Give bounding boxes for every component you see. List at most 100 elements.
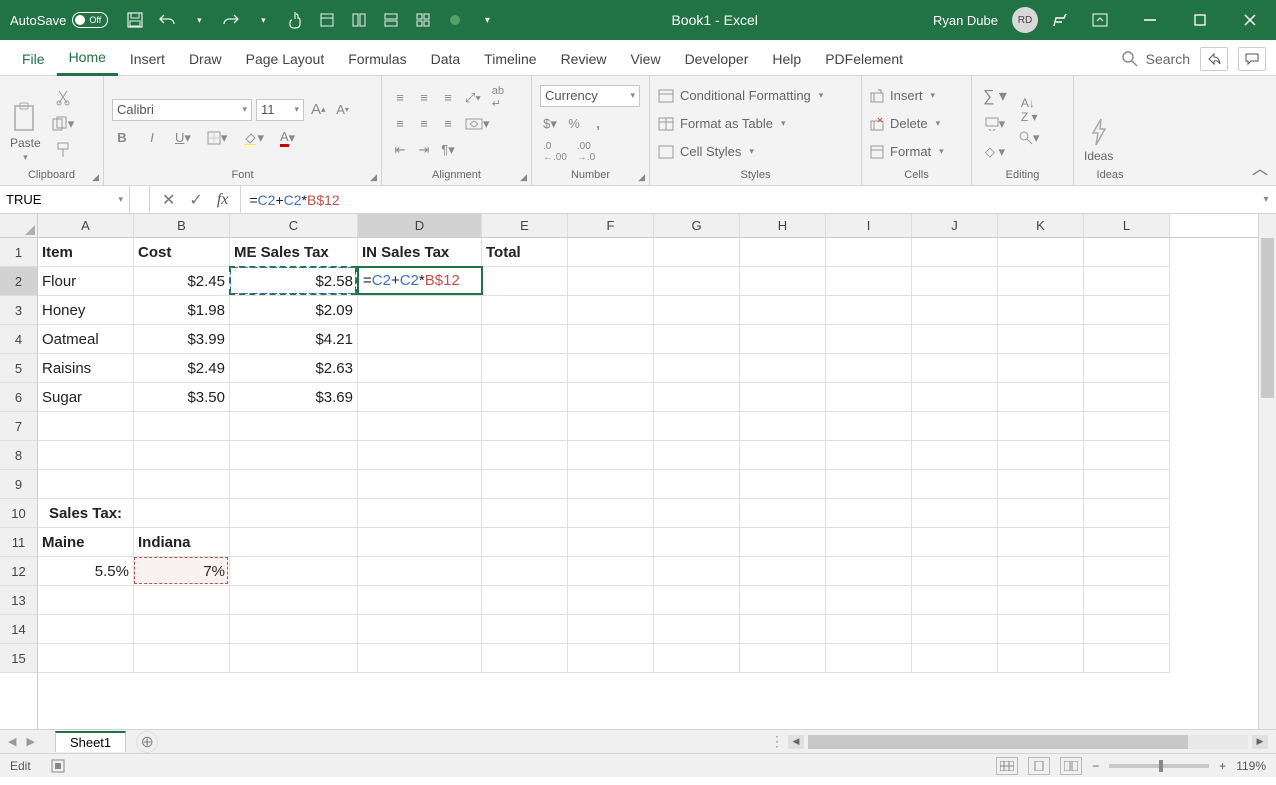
cell-J11[interactable] (912, 528, 998, 557)
cell-A12[interactable]: 5.5% (38, 557, 134, 586)
cell-I14[interactable] (826, 615, 912, 644)
cell-H14[interactable] (740, 615, 826, 644)
prev-sheet-icon[interactable]: ◀ (8, 735, 16, 748)
ideas-button[interactable]: Ideas (1082, 80, 1115, 167)
cell-B8[interactable] (134, 441, 230, 470)
comma-icon[interactable]: , (588, 113, 608, 135)
enter-icon[interactable]: ✓ (189, 190, 202, 210)
cell-C8[interactable] (230, 441, 358, 470)
row-header-15[interactable]: 15 (0, 644, 37, 673)
cell-D7[interactable] (358, 412, 482, 441)
cell-H10[interactable] (740, 499, 826, 528)
cell-E7[interactable] (482, 412, 568, 441)
cell-J13[interactable] (912, 586, 998, 615)
cell-D4[interactable] (358, 325, 482, 354)
autosave-toggle[interactable]: Off (72, 12, 108, 28)
align-center-icon[interactable]: ≡ (414, 113, 434, 135)
cell-K3[interactable] (998, 296, 1084, 325)
cell-I7[interactable] (826, 412, 912, 441)
cell-D1[interactable]: IN Sales Tax (358, 238, 482, 267)
tab-view[interactable]: View (618, 45, 672, 75)
next-sheet-icon[interactable]: ▶ (26, 735, 34, 748)
cell-styles-button[interactable]: Cell Styles▾ (658, 141, 823, 163)
bold-button[interactable]: B (112, 127, 132, 149)
qat-icon[interactable] (350, 11, 368, 29)
cell-C5[interactable]: $2.63 (230, 354, 358, 383)
decrease-font-icon[interactable]: A▾ (333, 99, 353, 121)
cell-C3[interactable]: $2.09 (230, 296, 358, 325)
cell-F6[interactable] (568, 383, 654, 412)
cell-H2[interactable] (740, 267, 826, 296)
cell-editor[interactable]: =C2+C2*B$12 (357, 266, 483, 295)
close-icon[interactable] (1232, 6, 1268, 34)
align-top-icon[interactable]: ≡ (390, 87, 410, 109)
col-header-I[interactable]: I (826, 214, 912, 237)
cell-G4[interactable] (654, 325, 740, 354)
cell-L9[interactable] (1084, 470, 1170, 499)
cell-L14[interactable] (1084, 615, 1170, 644)
row-header-11[interactable]: 11 (0, 528, 37, 557)
cell-L7[interactable] (1084, 412, 1170, 441)
row-header-8[interactable]: 8 (0, 441, 37, 470)
cell-K6[interactable] (998, 383, 1084, 412)
row-header-10[interactable]: 10 (0, 499, 37, 528)
user-avatar[interactable]: RD (1012, 7, 1038, 33)
cell-D9[interactable] (358, 470, 482, 499)
chevron-down-icon[interactable]: ▾ (118, 194, 123, 205)
launcher-icon[interactable]: ◢ (370, 172, 377, 183)
row-header-2[interactable]: 2 (0, 267, 37, 296)
cell-J5[interactable] (912, 354, 998, 383)
cell-J7[interactable] (912, 412, 998, 441)
cell-D14[interactable] (358, 615, 482, 644)
notes-icon[interactable] (1052, 12, 1068, 28)
cell-L1[interactable] (1084, 238, 1170, 267)
cell-F9[interactable] (568, 470, 654, 499)
align-middle-icon[interactable]: ≡ (414, 87, 434, 109)
clear-icon[interactable]: ◇ ▾ (980, 141, 1010, 163)
row-header-5[interactable]: 5 (0, 354, 37, 383)
normal-view-icon[interactable] (996, 757, 1018, 775)
qat-icon[interactable] (414, 11, 432, 29)
tab-help[interactable]: Help (760, 45, 813, 75)
cell-E6[interactable] (482, 383, 568, 412)
cell-D3[interactable] (358, 296, 482, 325)
share-button[interactable] (1200, 47, 1228, 71)
cell-G3[interactable] (654, 296, 740, 325)
cell-L13[interactable] (1084, 586, 1170, 615)
cell-G1[interactable] (654, 238, 740, 267)
autosum-icon[interactable]: ∑ ▾ (980, 85, 1010, 107)
col-header-E[interactable]: E (482, 214, 568, 237)
cell-L2[interactable] (1084, 267, 1170, 296)
format-painter-icon[interactable] (49, 139, 78, 161)
align-left-icon[interactable]: ≡ (390, 113, 410, 135)
row-header-3[interactable]: 3 (0, 296, 37, 325)
cell-A10[interactable]: Sales Tax: (38, 499, 134, 528)
cell-K12[interactable] (998, 557, 1084, 586)
align-bottom-icon[interactable]: ≡ (438, 87, 458, 109)
orientation-icon[interactable]: ⤢▾ (462, 87, 484, 109)
cell-L15[interactable] (1084, 644, 1170, 673)
cell-A6[interactable]: Sugar (38, 383, 134, 412)
minimize-icon[interactable] (1132, 6, 1168, 34)
cell-D15[interactable] (358, 644, 482, 673)
cell-H12[interactable] (740, 557, 826, 586)
cell-I10[interactable] (826, 499, 912, 528)
increase-font-icon[interactable]: A▴ (308, 99, 329, 121)
cell-J8[interactable] (912, 441, 998, 470)
cell-C9[interactable] (230, 470, 358, 499)
cell-J1[interactable] (912, 238, 998, 267)
cell-F15[interactable] (568, 644, 654, 673)
zoom-in-icon[interactable]: + (1219, 759, 1226, 773)
col-header-A[interactable]: A (38, 214, 134, 237)
cell-H5[interactable] (740, 354, 826, 383)
cell-H13[interactable] (740, 586, 826, 615)
cell-L4[interactable] (1084, 325, 1170, 354)
cell-J3[interactable] (912, 296, 998, 325)
cell-D6[interactable] (358, 383, 482, 412)
cell-D13[interactable] (358, 586, 482, 615)
record-icon[interactable] (446, 11, 464, 29)
cell-I13[interactable] (826, 586, 912, 615)
row-header-9[interactable]: 9 (0, 470, 37, 499)
cell-A9[interactable] (38, 470, 134, 499)
cell-A3[interactable]: Honey (38, 296, 134, 325)
